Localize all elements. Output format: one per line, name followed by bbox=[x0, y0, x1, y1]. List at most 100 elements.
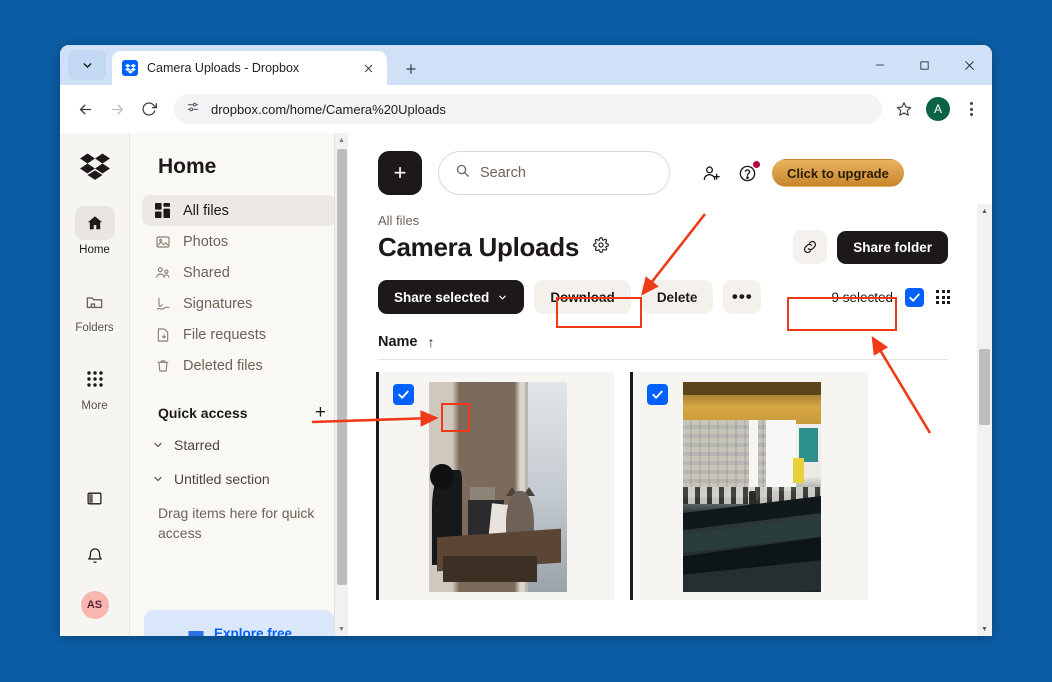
bookmark-star-icon[interactable] bbox=[890, 95, 918, 123]
sidebar-label-deleted-files: Deleted files bbox=[183, 357, 263, 374]
share-selected-button[interactable]: Share selected bbox=[378, 280, 525, 314]
download-button[interactable]: Download bbox=[534, 280, 631, 314]
sidebar-label-signatures: Signatures bbox=[183, 295, 253, 312]
file-card[interactable] bbox=[376, 372, 614, 600]
rail-sidepanel-toggle[interactable] bbox=[60, 490, 129, 507]
file-checkbox[interactable] bbox=[647, 384, 668, 405]
content-scroll-up-arrow[interactable]: ▲ bbox=[977, 204, 992, 218]
copy-link-icon[interactable] bbox=[793, 230, 828, 264]
browser-profile-avatar[interactable]: A bbox=[926, 97, 950, 121]
main-top-actions: Click to upgrade bbox=[700, 159, 904, 187]
browser-toolbar: dropbox.com/home/Camera%20Uploads A bbox=[60, 85, 992, 133]
content-scroll-thumb[interactable] bbox=[979, 349, 990, 425]
tab-close-icon[interactable] bbox=[359, 59, 377, 77]
dropbox-logo-icon[interactable] bbox=[60, 151, 129, 181]
add-person-icon[interactable] bbox=[700, 162, 722, 184]
browser-tab[interactable]: Camera Uploads - Dropbox bbox=[112, 51, 387, 85]
breadcrumb[interactable]: All files bbox=[348, 195, 992, 228]
app-rail: Home Folders More AS bbox=[60, 133, 130, 636]
help-notification-dot bbox=[753, 161, 760, 168]
sidebar-label-all-files: All files bbox=[183, 202, 229, 219]
explore-free-label: Explore free bbox=[213, 625, 293, 637]
select-all-checkbox[interactable] bbox=[905, 287, 924, 307]
browser-menu-icon[interactable] bbox=[960, 102, 982, 116]
sidebar-item-all-files[interactable]: All files bbox=[142, 195, 336, 226]
tab-strip: Camera Uploads - Dropbox bbox=[60, 45, 992, 85]
sidebar-scroll-down-arrow[interactable]: ▼ bbox=[335, 622, 348, 636]
more-actions-button[interactable]: ••• bbox=[723, 280, 762, 314]
search-icon bbox=[455, 163, 470, 183]
sidebar-scrollbar[interactable]: ▲ ▼ bbox=[334, 133, 348, 636]
file-card[interactable] bbox=[630, 372, 868, 600]
tab-title: Camera Uploads - Dropbox bbox=[147, 61, 300, 75]
sidebar-label-shared: Shared bbox=[183, 264, 230, 281]
selection-action-bar: Share selected Download Delete ••• 9 sel… bbox=[348, 264, 992, 314]
sidebar-item-photos[interactable]: Photos bbox=[142, 226, 336, 257]
grid-view-icon[interactable] bbox=[936, 290, 950, 304]
forward-button[interactable] bbox=[102, 94, 132, 124]
help-circle-icon[interactable] bbox=[736, 161, 760, 184]
sidebar-item-signatures[interactable]: Signatures bbox=[142, 288, 336, 319]
trash-icon bbox=[154, 357, 171, 374]
sidebar-label-file-requests: File requests bbox=[183, 326, 267, 343]
create-new-button[interactable]: + bbox=[378, 151, 422, 195]
rail-item-home[interactable]: Home bbox=[60, 206, 129, 256]
new-tab-button[interactable] bbox=[398, 56, 424, 82]
sidebar-group-starred[interactable]: Starred bbox=[130, 428, 348, 462]
main-top-bar: + Search Click to upgrade bbox=[348, 133, 992, 195]
sidebar-scroll-thumb[interactable] bbox=[337, 149, 347, 585]
rail-item-more[interactable]: More bbox=[60, 362, 129, 412]
dropbox-favicon-icon bbox=[122, 60, 138, 76]
upgrade-button[interactable]: Click to upgrade bbox=[772, 159, 904, 187]
reload-button[interactable] bbox=[134, 94, 164, 124]
allfiles-icon bbox=[154, 202, 171, 219]
tab-search-chevron-icon[interactable] bbox=[68, 50, 106, 80]
desktop-background: Camera Uploads - Dropbox dropbox.com/hom… bbox=[0, 0, 1052, 682]
minimize-button[interactable] bbox=[857, 45, 902, 85]
page-title: Camera Uploads bbox=[378, 231, 579, 262]
share-selected-label: Share selected bbox=[394, 289, 490, 305]
content-scroll-down-arrow[interactable]: ▼ bbox=[977, 622, 992, 636]
rail-item-folders[interactable]: Folders bbox=[60, 284, 129, 334]
share-folder-button[interactable]: Share folder bbox=[837, 230, 948, 264]
site-settings-icon[interactable] bbox=[186, 100, 200, 119]
nav-sidebar: Home All files Photos Shared Signatures … bbox=[130, 133, 348, 636]
rail-label-more: More bbox=[81, 400, 108, 412]
search-placeholder: Search bbox=[480, 165, 526, 181]
sidebar-item-file-requests[interactable]: File requests bbox=[142, 319, 336, 350]
sidebar-group-label-untitled: Untitled section bbox=[174, 471, 270, 487]
quick-access-section: Quick access + bbox=[130, 381, 348, 428]
chevron-down-icon bbox=[499, 295, 507, 299]
user-avatar[interactable]: AS bbox=[60, 591, 129, 619]
explore-free-banner[interactable]: Explore free bbox=[144, 610, 334, 636]
sidebar-item-shared[interactable]: Shared bbox=[142, 257, 336, 288]
search-box[interactable]: Search bbox=[438, 151, 670, 195]
file-grid bbox=[348, 360, 992, 600]
gear-icon[interactable] bbox=[593, 236, 609, 258]
notifications-bell-icon[interactable] bbox=[60, 547, 129, 565]
quick-access-add-button[interactable]: + bbox=[315, 403, 326, 422]
maximize-button[interactable] bbox=[902, 45, 947, 85]
address-bar[interactable]: dropbox.com/home/Camera%20Uploads bbox=[174, 94, 882, 124]
close-window-button[interactable] bbox=[947, 45, 992, 85]
main-content: + Search Click to upgrade All files Came… bbox=[348, 133, 992, 636]
delete-button[interactable]: Delete bbox=[640, 280, 714, 314]
selection-summary: 9 selected bbox=[831, 287, 992, 307]
gift-icon bbox=[186, 621, 206, 636]
sidebar-scroll-up-arrow[interactable]: ▲ bbox=[335, 133, 348, 147]
folder-icon bbox=[75, 284, 115, 318]
sort-ascending-icon[interactable]: ↑ bbox=[428, 334, 435, 350]
content-scrollbar[interactable]: ▲ ▼ bbox=[977, 204, 992, 636]
rail-label-home: Home bbox=[79, 244, 110, 256]
sidebar-item-deleted-files[interactable]: Deleted files bbox=[142, 350, 336, 381]
rail-label-folders: Folders bbox=[75, 322, 114, 334]
sidebar-group-untitled-section[interactable]: Untitled section bbox=[130, 462, 348, 496]
sidebar-title: Home bbox=[158, 155, 217, 178]
photo-icon bbox=[154, 233, 171, 250]
file-checkbox[interactable] bbox=[393, 384, 414, 405]
back-button[interactable] bbox=[70, 94, 100, 124]
avatar-initials: AS bbox=[80, 591, 109, 619]
grid-dots-icon bbox=[75, 362, 115, 396]
file-thumbnail bbox=[683, 382, 821, 592]
column-header-name[interactable]: Name bbox=[378, 334, 418, 350]
